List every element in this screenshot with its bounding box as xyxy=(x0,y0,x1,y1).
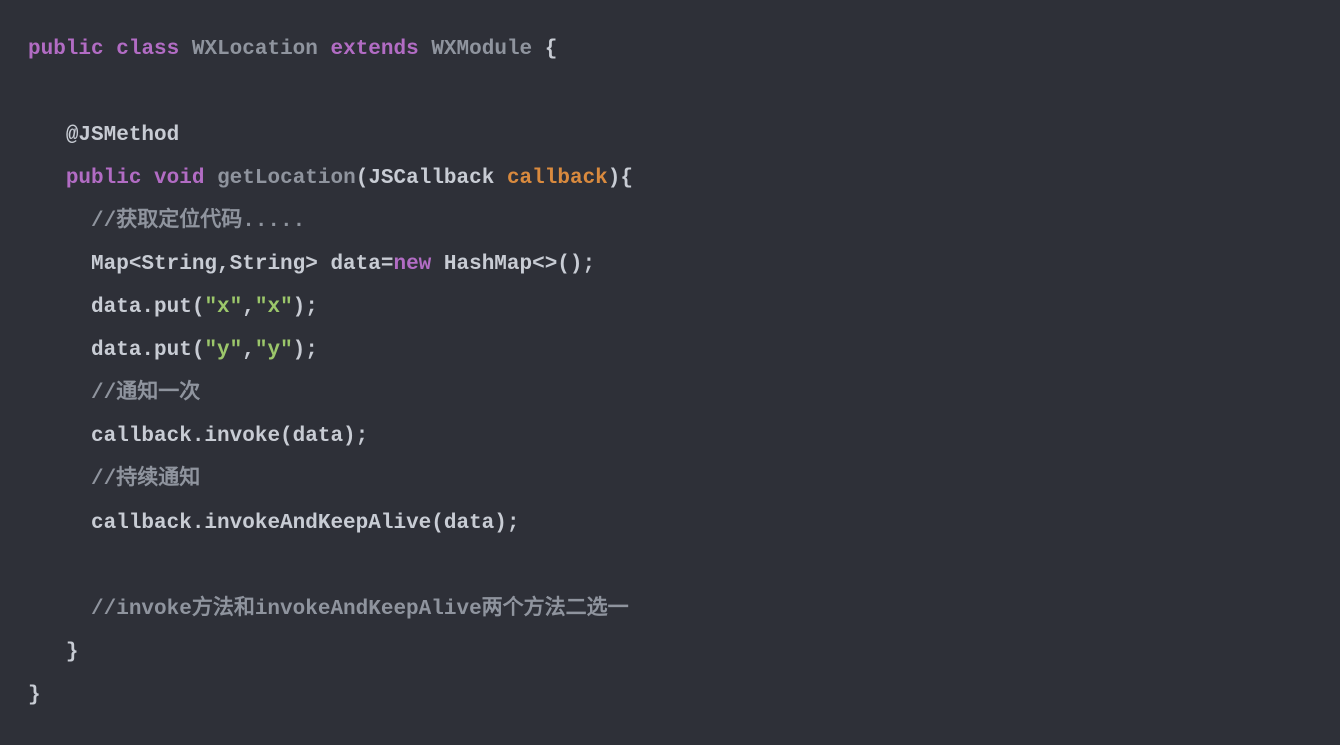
comment-3: //持续通知 xyxy=(91,468,200,491)
keyword-new: new xyxy=(393,253,431,276)
string-x1: "x" xyxy=(204,296,242,319)
paren-open: ( xyxy=(356,167,369,190)
invoke-1: callback.invoke(data); xyxy=(91,425,368,448)
comment-2: //通知一次 xyxy=(91,382,200,405)
put2-tail: ); xyxy=(293,339,318,362)
brace-open: { xyxy=(545,38,558,61)
comment-4: //invoke方法和invokeAndKeepAlive两个方法二选一 xyxy=(91,598,629,621)
param-type: JSCallback xyxy=(368,167,494,190)
param-name: callback xyxy=(507,167,608,190)
code-block: public class WXLocation extends WXModule… xyxy=(0,0,1340,745)
brace-close-2: } xyxy=(28,684,41,707)
class-name: WXLocation xyxy=(192,38,318,61)
comment-1: //获取定位代码..... xyxy=(91,210,305,233)
method-name: getLocation xyxy=(217,167,356,190)
super-class: WXModule xyxy=(431,38,532,61)
brace-open-2: { xyxy=(620,167,633,190)
comma-1: , xyxy=(242,296,255,319)
map-decl: Map<String,String> data= xyxy=(91,253,393,276)
comma-2: , xyxy=(242,339,255,362)
map-tail: HashMap<>(); xyxy=(431,253,595,276)
put1-tail: ); xyxy=(293,296,318,319)
put1-head: data.put( xyxy=(91,296,204,319)
keyword-class: class xyxy=(116,38,179,61)
invoke-2: callback.invokeAndKeepAlive(data); xyxy=(91,512,519,535)
string-y1: "y" xyxy=(204,339,242,362)
put2-head: data.put( xyxy=(91,339,204,362)
annotation: @JSMethod xyxy=(66,124,179,147)
keyword-void: void xyxy=(154,167,204,190)
keyword-extends: extends xyxy=(331,38,419,61)
string-y2: "y" xyxy=(255,339,293,362)
keyword-public-2: public xyxy=(66,167,142,190)
brace-close-1: } xyxy=(66,641,79,664)
paren-close: ) xyxy=(608,167,621,190)
string-x2: "x" xyxy=(255,296,293,319)
keyword-public: public xyxy=(28,38,104,61)
